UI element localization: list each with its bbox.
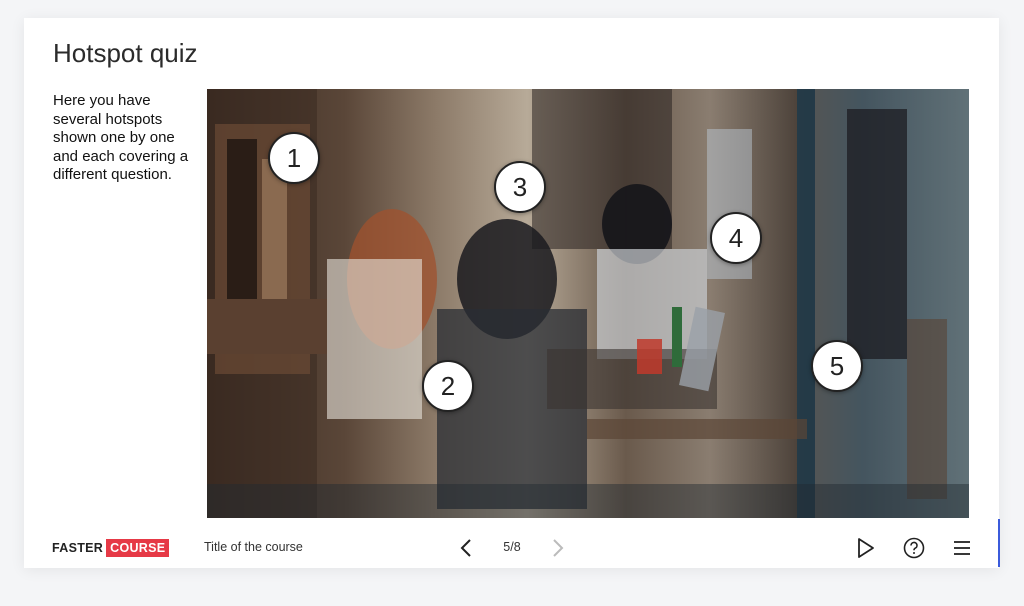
- chevron-left-icon: [460, 539, 471, 557]
- hotspot-3-label: 3: [512, 171, 528, 202]
- menu-icon: [954, 541, 970, 555]
- hotspot-2[interactable]: 2: [422, 360, 474, 412]
- hotspot-4-label: 4: [728, 222, 744, 253]
- hotspot-5[interactable]: 5: [811, 340, 863, 392]
- help-circle-icon: [903, 537, 925, 559]
- hotspot-5-label: 5: [829, 350, 845, 381]
- chevron-right-icon: [553, 539, 564, 557]
- cafe-photo: 1 2 3 4 5: [207, 89, 969, 518]
- next-slide-button[interactable]: [546, 536, 568, 560]
- focus-edge-line: [998, 519, 1000, 567]
- hotspot-4[interactable]: 4: [710, 212, 762, 264]
- help-button[interactable]: [901, 535, 927, 561]
- page-title: Hotspot quiz: [53, 38, 198, 68]
- logo-text-faster: FASTER: [52, 541, 104, 555]
- hotspot-2-label: 2: [440, 370, 456, 401]
- hotspot-1-label: 1: [286, 142, 302, 173]
- brand-logo: FASTER COURSE: [52, 538, 170, 558]
- play-button[interactable]: [852, 535, 878, 561]
- menu-button[interactable]: [949, 535, 975, 561]
- photo-illustration: [207, 89, 969, 518]
- page-indicator: 5/8: [503, 540, 521, 554]
- hotspot-3[interactable]: 3: [494, 161, 546, 213]
- previous-slide-button[interactable]: [456, 536, 478, 560]
- quiz-slide-card: Hotspot quiz Here you have several hotsp…: [24, 18, 999, 568]
- hotspot-1[interactable]: 1: [268, 132, 320, 184]
- play-icon: [858, 538, 874, 558]
- course-title: Title of the course: [204, 540, 303, 554]
- player-footer: FASTER COURSE Title of the course 5/8: [24, 528, 999, 568]
- logo-text-course: COURSE: [106, 539, 170, 557]
- quiz-description: Here you have several hotspots shown one…: [53, 92, 189, 184]
